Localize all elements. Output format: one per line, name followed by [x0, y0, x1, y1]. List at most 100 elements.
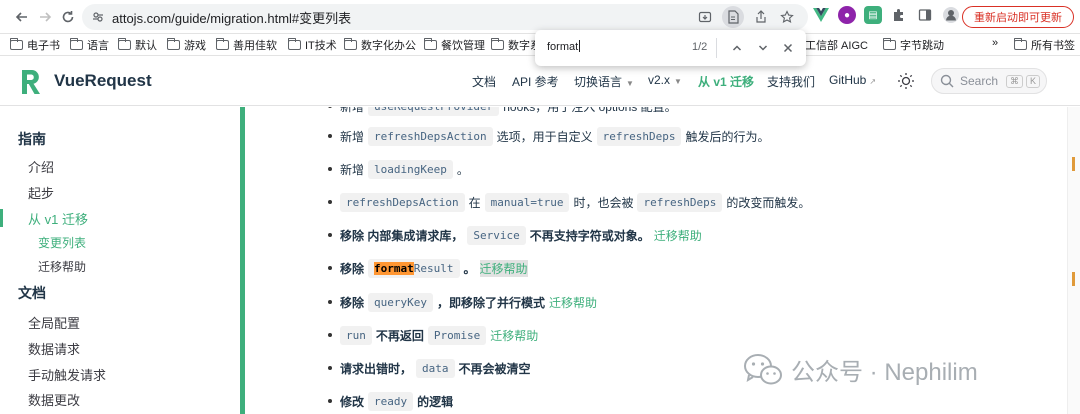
install-app-icon[interactable]: [696, 8, 714, 26]
bookmark-folder[interactable]: 电子书: [9, 37, 60, 53]
sidebar-item-start[interactable]: 起步: [28, 183, 54, 202]
bookmark-folder[interactable]: 数字系: [490, 37, 541, 53]
bullet-icon: [328, 233, 332, 237]
sidebar-item-migrate[interactable]: 从 v1 迁移: [28, 209, 88, 228]
nav-version[interactable]: v2.x ▼: [648, 73, 682, 87]
sidebar-sub-changes[interactable]: 变更列表: [38, 234, 86, 251]
wechat-logo-icon: [744, 353, 782, 384]
search-icon: [940, 74, 954, 88]
inline-code: refreshDepsAction: [368, 127, 493, 146]
bookmark-folder[interactable]: 餐饮管理: [423, 37, 485, 53]
find-next-button[interactable]: [754, 39, 772, 57]
nav-sponsor[interactable]: 支持我们: [767, 73, 815, 90]
inline-code: ready: [368, 392, 414, 411]
inline-code: data: [416, 359, 455, 378]
inline-code: useRequestProvider: [368, 107, 500, 116]
relaunch-update-button[interactable]: 重新启动即可更新: [962, 6, 1074, 28]
watermark-text: 公众号 · Nephilim: [791, 359, 978, 386]
bullet-icon: [328, 399, 332, 403]
inline-code: refreshDepsAction: [340, 193, 465, 212]
bookmark-star-icon[interactable]: [778, 8, 796, 26]
browser-toolbar: attojs.com/guide/migration.html#变更列表 ● ▤: [0, 0, 1080, 34]
folder-icon: [1013, 38, 1027, 50]
sidebar-sub-help[interactable]: 迁移帮助: [38, 258, 86, 275]
site-title[interactable]: VueRequest: [54, 71, 152, 91]
bookmark-folder[interactable]: 默认: [117, 37, 157, 53]
list-item: 新增 loadingKeep 。: [328, 160, 469, 179]
back-arrow-icon[interactable]: [10, 5, 34, 29]
sidebar-item-intro[interactable]: 介绍: [28, 157, 54, 176]
bullet-icon: [328, 107, 332, 108]
find-input[interactable]: format: [547, 40, 581, 53]
reload-icon[interactable]: [56, 5, 80, 29]
nav-language[interactable]: 切换语言 ▼: [574, 73, 634, 90]
search-button[interactable]: Search ⌘ K: [931, 68, 1047, 94]
folder-icon: [287, 38, 301, 50]
address-bar[interactable]: attojs.com/guide/migration.html#变更列表: [82, 4, 808, 30]
folder-icon: [9, 38, 23, 50]
sidebar-item-manual[interactable]: 手动触发请求: [28, 365, 106, 384]
page-info-icon[interactable]: [722, 6, 744, 28]
site-info-icon[interactable]: [92, 11, 104, 23]
nav-docs[interactable]: 文档: [472, 73, 496, 90]
find-close-button[interactable]: [779, 39, 797, 57]
sidebar-item-request[interactable]: 数据请求: [28, 339, 80, 358]
external-link-icon: ↗: [869, 77, 877, 86]
profile-avatar-icon[interactable]: [942, 6, 960, 24]
list-item: run 不再返回 Promise 迁移帮助: [328, 326, 538, 345]
bookmark-folder[interactable]: IT技术: [287, 37, 337, 53]
sidebar-section-guide: 指南: [18, 131, 46, 147]
migration-help-link[interactable]: 迁移帮助: [490, 327, 538, 344]
folder-icon: [343, 38, 357, 50]
chevron-down-icon: [758, 45, 768, 51]
chevron-down-icon: ▼: [626, 79, 634, 88]
nav-github[interactable]: GitHub ↗: [829, 73, 876, 87]
extension-purple-icon[interactable]: ●: [838, 6, 856, 24]
page-scrollbar[interactable]: [1067, 107, 1080, 414]
list-item: refreshDepsAction 在 manual=true 时，也会被 re…: [328, 193, 810, 212]
folder-icon: [423, 38, 437, 50]
sidebar-section-docs: 文档: [18, 285, 46, 301]
list-item: 移除 formatResult 。 迁移帮助: [328, 259, 528, 278]
url-text[interactable]: attojs.com/guide/migration.html#变更列表: [112, 8, 351, 27]
bullet-icon: [328, 333, 332, 337]
side-panel-icon[interactable]: [916, 6, 934, 24]
bookmark-folder[interactable]: 数字化办公: [343, 37, 416, 53]
share-icon[interactable]: [752, 8, 770, 26]
migration-help-link[interactable]: 迁移帮助: [549, 294, 597, 311]
list-item: 新增 useRequestProvider hooks，用于注入 options…: [328, 107, 677, 116]
inline-code: refreshDeps: [637, 193, 723, 212]
find-match-count: 1/2: [692, 41, 708, 53]
nav-migration[interactable]: 从 v1 迁移: [698, 73, 754, 90]
chevron-down-icon: ▼: [674, 77, 682, 86]
bookmark-folder[interactable]: 善用佳软: [215, 37, 277, 53]
folder-icon: [166, 38, 180, 50]
folder-icon: [215, 38, 229, 50]
find-match-marker: [1072, 157, 1075, 171]
sidebar-item-mutate[interactable]: 数据更改: [28, 390, 80, 409]
nav-api[interactable]: API 参考: [512, 73, 559, 90]
extension-green-icon[interactable]: ▤: [864, 6, 882, 24]
bullet-icon: [328, 134, 332, 138]
vue-devtools-icon[interactable]: [812, 6, 830, 24]
bullet-icon: [328, 366, 332, 370]
all-bookmarks-folder[interactable]: 所有书签: [1013, 37, 1075, 53]
extensions-puzzle-icon[interactable]: [890, 6, 908, 24]
theme-toggle-sun-icon[interactable]: [897, 72, 915, 95]
find-previous-button[interactable]: [728, 39, 746, 57]
inline-code: loadingKeep: [368, 160, 453, 179]
migration-help-link[interactable]: 迁移帮助: [479, 260, 528, 277]
bookmark-folder[interactable]: 游戏: [166, 37, 206, 53]
search-shortcut: ⌘ K: [1006, 74, 1041, 88]
list-item: 修改 ready 的逻辑: [328, 392, 453, 411]
bookmarks-overflow-button[interactable]: »: [992, 37, 998, 49]
sidebar-item-global[interactable]: 全局配置: [28, 313, 80, 332]
bookmark-folder[interactable]: 工信部 AIGC: [805, 37, 868, 53]
migration-help-link[interactable]: 迁移帮助: [654, 227, 702, 244]
vuerequest-logo-icon[interactable]: [20, 68, 42, 96]
bookmark-folder[interactable]: 语言: [69, 37, 109, 53]
forward-arrow-icon[interactable]: [33, 5, 57, 29]
inline-code: formatResult: [368, 259, 460, 278]
find-divider: [716, 38, 717, 58]
bookmark-folder[interactable]: 字节跳动: [882, 37, 944, 53]
